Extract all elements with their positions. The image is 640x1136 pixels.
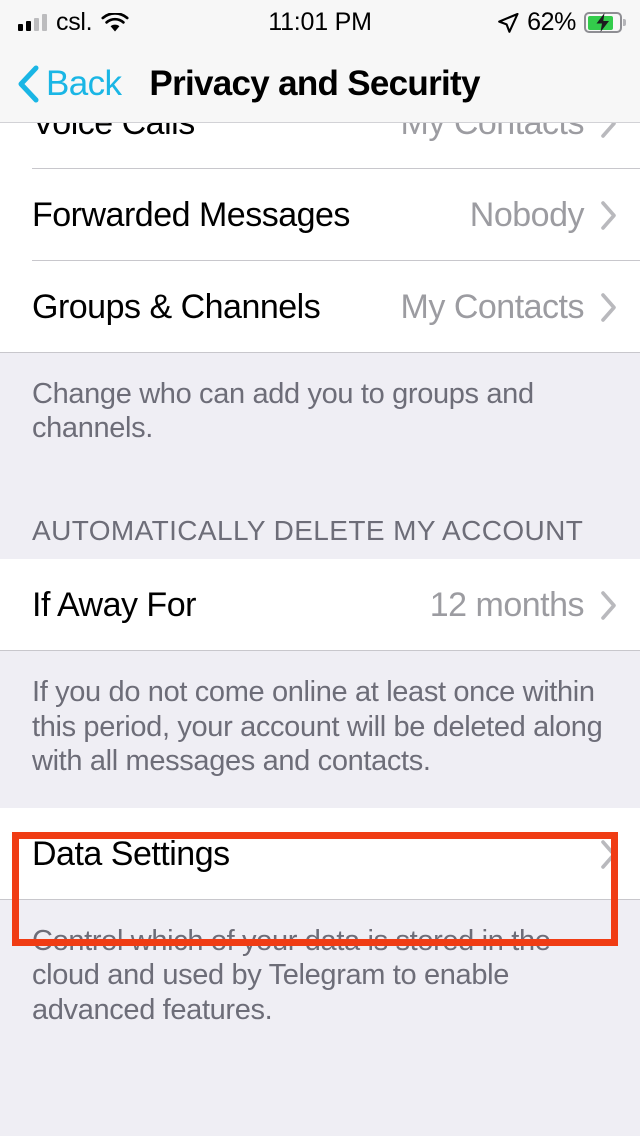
navigation-bar: Back Privacy and Security <box>0 45 640 123</box>
row-value: My Contacts <box>401 123 585 143</box>
settings-list: Voice Calls My Contacts Forwarded Messag… <box>0 123 640 1136</box>
footer-auto-delete-group: If you do not come online at least once … <box>0 651 640 809</box>
battery-charging-icon <box>584 12 626 33</box>
row-data-settings[interactable]: Data Settings <box>0 808 640 901</box>
row-label: Forwarded Messages <box>32 195 350 234</box>
chevron-right-icon <box>600 839 618 870</box>
auto-delete-group: If Away For 12 months <box>0 559 640 652</box>
row-label: If Away For <box>32 585 196 624</box>
footer-privacy-group: Change who can add you to groups and cha… <box>0 353 640 476</box>
page-title: Privacy and Security <box>149 63 480 103</box>
row-accessory <box>600 839 618 870</box>
settings-scroll-view[interactable]: Voice Calls My Contacts Forwarded Messag… <box>0 123 640 1136</box>
chevron-right-icon <box>600 123 618 139</box>
row-voice-calls[interactable]: Voice Calls My Contacts <box>0 123 640 169</box>
chevron-left-icon <box>17 65 39 103</box>
row-label: Groups & Channels <box>32 287 321 326</box>
row-label: Data Settings <box>32 834 230 873</box>
back-button-label: Back <box>46 63 122 103</box>
row-if-away-for[interactable]: If Away For 12 months <box>0 559 640 652</box>
status-bar: csl. 11:01 PM 62% <box>0 0 640 45</box>
row-value: 12 months <box>429 585 585 624</box>
location-arrow-icon <box>497 12 519 34</box>
row-accessory: 12 months <box>430 586 618 625</box>
phone-screen: csl. 11:01 PM 62% Back Privacy and Secur… <box>0 0 640 1136</box>
footer-data-settings-group: Control which of your data is stored in … <box>0 900 640 1057</box>
row-accessory: Nobody <box>470 196 618 235</box>
row-groups-and-channels[interactable]: Groups & Channels My Contacts <box>0 261 640 353</box>
row-forwarded-messages[interactable]: Forwarded Messages Nobody <box>0 169 640 261</box>
chevron-right-icon <box>600 590 618 621</box>
row-accessory: My Contacts <box>401 288 618 327</box>
privacy-group: Voice Calls My Contacts Forwarded Messag… <box>0 123 640 353</box>
bottom-spacer <box>0 1056 640 1136</box>
section-header-auto-delete: AUTOMATICALLY DELETE MY ACCOUNT <box>0 475 640 560</box>
row-value: My Contacts <box>400 287 585 326</box>
chevron-right-icon <box>600 292 618 323</box>
chevron-right-icon <box>600 200 618 231</box>
row-value: Nobody <box>469 195 585 234</box>
data-settings-group: Data Settings <box>0 808 640 901</box>
row-accessory: My Contacts <box>401 123 618 143</box>
battery-percent-label: 62% <box>527 8 576 36</box>
back-button[interactable]: Back <box>17 63 122 104</box>
row-label: Voice Calls <box>32 123 195 143</box>
status-bar-right: 62% <box>497 8 626 37</box>
